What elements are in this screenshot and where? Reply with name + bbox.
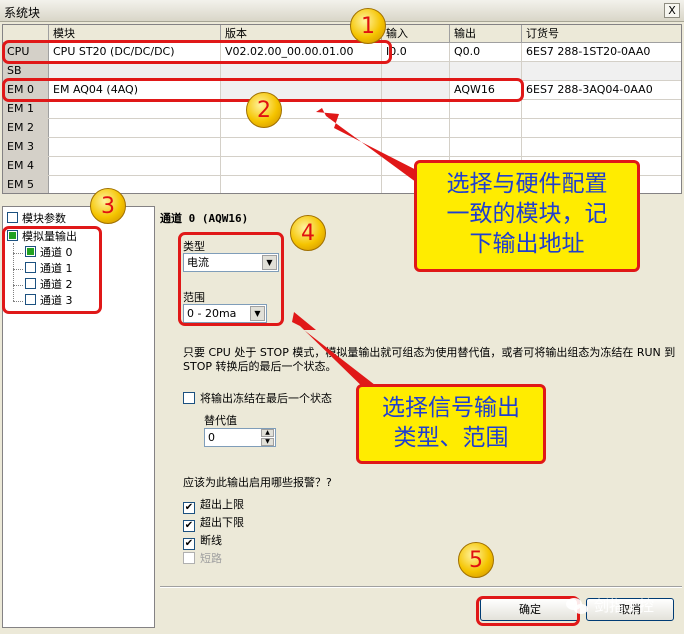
close-button[interactable]: X bbox=[664, 3, 680, 18]
version-cell bbox=[221, 176, 382, 193]
alarm-lower-limit[interactable]: ✔ 超出下限 bbox=[183, 514, 244, 532]
table-row-em1[interactable]: EM 1 bbox=[3, 100, 681, 119]
input-cell bbox=[382, 119, 450, 137]
order-cell: 6ES7 288-3AQ04-0AA0 bbox=[522, 81, 681, 99]
module-cell[interactable] bbox=[49, 119, 221, 137]
header-order[interactable]: 订货号 bbox=[522, 25, 681, 43]
freeze-label: 将输出冻结在最后一个状态 bbox=[200, 392, 332, 405]
step-3-badge: 3 bbox=[90, 188, 126, 224]
order-cell bbox=[522, 100, 681, 118]
version-cell bbox=[221, 138, 382, 156]
slot-label: EM 4 bbox=[3, 157, 49, 175]
panel-title: 通道 0 (AQW16) bbox=[160, 212, 249, 225]
module-cell[interactable] bbox=[49, 100, 221, 118]
tree-item-module-params[interactable]: 模块参数 bbox=[7, 211, 66, 227]
highlight-type-range bbox=[178, 232, 284, 326]
alarm-label: 超出上限 bbox=[200, 498, 244, 511]
header-output[interactable]: 输出 bbox=[450, 25, 522, 43]
callout-line: 选择信号输出 bbox=[382, 395, 520, 421]
order-cell bbox=[522, 62, 681, 80]
order-cell bbox=[522, 138, 681, 156]
callout-line: 一致的模块，记 bbox=[446, 201, 608, 227]
output-cell bbox=[450, 100, 522, 118]
slot-label: EM 3 bbox=[3, 138, 49, 156]
version-cell bbox=[221, 157, 382, 175]
highlight-cpu-row bbox=[2, 40, 392, 64]
order-cell bbox=[522, 119, 681, 137]
output-cell bbox=[450, 138, 522, 156]
title-bar: 系统块 X bbox=[0, 0, 684, 22]
input-cell bbox=[382, 100, 450, 118]
substitute-value-spinner[interactable]: 0 ▲ ▼ bbox=[204, 428, 276, 447]
freeze-checkbox[interactable] bbox=[183, 392, 195, 404]
check-icon[interactable]: ✔ bbox=[183, 538, 195, 550]
input-cell[interactable]: I0.0 bbox=[382, 43, 450, 61]
substitute-value-label: 替代值 bbox=[204, 414, 237, 427]
output-cell bbox=[450, 119, 522, 137]
order-cell: 6ES7 288-1ST20-0AA0 bbox=[522, 43, 681, 61]
wechat-icon bbox=[566, 598, 588, 614]
alarm-label: 短路 bbox=[200, 552, 222, 565]
window-title: 系统块 bbox=[4, 6, 41, 20]
checkbox-icon bbox=[7, 212, 18, 223]
alarm-label: 超出下限 bbox=[200, 516, 244, 529]
callout-select-signal: 选择信号输出 类型、范围 bbox=[356, 384, 546, 464]
step-2-badge: 2 bbox=[246, 92, 282, 128]
module-cell[interactable] bbox=[49, 138, 221, 156]
slot-label: EM 2 bbox=[3, 119, 49, 137]
slot-label: EM 5 bbox=[3, 176, 49, 193]
spin-up-icon[interactable]: ▲ bbox=[261, 429, 274, 437]
step-5-badge: 5 bbox=[458, 542, 494, 578]
module-cell[interactable] bbox=[49, 176, 221, 193]
check-icon[interactable]: ✔ bbox=[183, 520, 195, 532]
table-row-em3[interactable]: EM 3 bbox=[3, 138, 681, 157]
alarm-wire-break[interactable]: ✔ 断线 bbox=[183, 532, 222, 550]
callout-line: 选择与硬件配置 bbox=[446, 171, 608, 197]
highlight-channel-tree bbox=[2, 226, 102, 314]
slot-label: EM 1 bbox=[3, 100, 49, 118]
spin-down-icon[interactable]: ▼ bbox=[261, 438, 274, 446]
system-block-window: 系统块 X 模块 版本 输入 输出 订货号 CPU CPU ST20 (DC/D… bbox=[0, 0, 684, 634]
callout-select-module: 选择与硬件配置 一致的模块，记 下输出地址 bbox=[414, 160, 640, 272]
alarm-short-circuit: 短路 bbox=[183, 550, 222, 566]
button-separator bbox=[160, 586, 682, 588]
version-cell bbox=[221, 119, 382, 137]
header-input[interactable]: 输入 bbox=[382, 25, 450, 43]
alarm-upper-limit[interactable]: ✔ 超出上限 bbox=[183, 496, 244, 514]
table-row-em2[interactable]: EM 2 bbox=[3, 119, 681, 138]
check-icon[interactable]: ✔ bbox=[183, 502, 195, 514]
disabled-checkbox bbox=[183, 552, 195, 564]
watermark-text: 剑指工控 bbox=[594, 597, 655, 615]
callout-line: 下输出地址 bbox=[469, 231, 585, 257]
alarm-label: 断线 bbox=[200, 534, 222, 547]
module-cell[interactable] bbox=[49, 157, 221, 175]
tree-item-label: 模块参数 bbox=[22, 212, 66, 225]
step-1-badge: 1 bbox=[350, 8, 386, 44]
callout-line: 类型、范围 bbox=[393, 425, 509, 451]
substitute-value: 0 bbox=[208, 431, 215, 444]
freeze-output-option[interactable]: 将输出冻结在最后一个状态 bbox=[183, 390, 332, 406]
output-cell[interactable]: Q0.0 bbox=[450, 43, 522, 61]
step-4-badge: 4 bbox=[290, 215, 326, 251]
stop-mode-note: 只要 CPU 处于 STOP 模式，模拟量输出就可组态为使用替代值，或者可将输出… bbox=[183, 346, 676, 373]
alarm-question: 应该为此输出启用哪些报警？? bbox=[183, 476, 332, 489]
input-cell bbox=[382, 138, 450, 156]
